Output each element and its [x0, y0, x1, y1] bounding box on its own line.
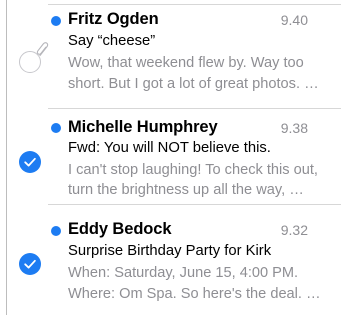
message-time: 9.32 [280, 222, 308, 238]
select-circle-checked-icon[interactable] [19, 253, 41, 275]
sender-name: Michelle Humphrey [68, 118, 218, 136]
message-preview-line-1: I can't stop laughing! To check this out… [68, 162, 318, 178]
message-subject: Surprise Birthday Party for Kirk [68, 243, 272, 259]
sender-name: Eddy Bedock [68, 220, 172, 238]
unread-dot-icon [51, 226, 61, 236]
unread-dot-icon [51, 123, 61, 133]
message-preview-line-2: Where: Om Spa. So here's the deal. … [68, 286, 321, 302]
message-preview-line-1: Wow, that weekend flew by. Way too [68, 55, 304, 71]
sender-name: Fritz Ogden [68, 10, 159, 28]
paperclip-icon [36, 42, 49, 57]
message-time: 9.38 [280, 120, 308, 136]
checkmark-icon [24, 157, 36, 167]
message-preview-line-2: short. But I got a lot of great photos. … [68, 76, 319, 92]
message-row-eddy-bedock[interactable]: Eddy Bedock 9.32 Surprise Birthday Party… [0, 205, 341, 311]
select-circle-checked-icon[interactable] [19, 151, 41, 173]
message-preview-line-1: When: Saturday, June 15, 4:00 PM. [68, 265, 299, 281]
message-subject: Say “cheese” [68, 33, 156, 49]
mail-list: Fritz Ogden 9.40 Say “cheese” Wow, that … [0, 0, 341, 315]
row-separator [48, 4, 341, 5]
message-preview-line-2: turn the brightness up all the way, … [68, 182, 304, 198]
unread-dot-icon [51, 16, 61, 26]
message-row-fritz-ogden[interactable]: Fritz Ogden 9.40 Say “cheese” Wow, that … [0, 10, 341, 108]
message-subject: Fwd: You will NOT believe this. [68, 140, 271, 156]
message-time: 9.40 [280, 12, 308, 28]
message-row-michelle-humphrey[interactable]: Michelle Humphrey 9.38 Fwd: You will NOT… [0, 109, 341, 204]
checkmark-icon [24, 259, 36, 269]
